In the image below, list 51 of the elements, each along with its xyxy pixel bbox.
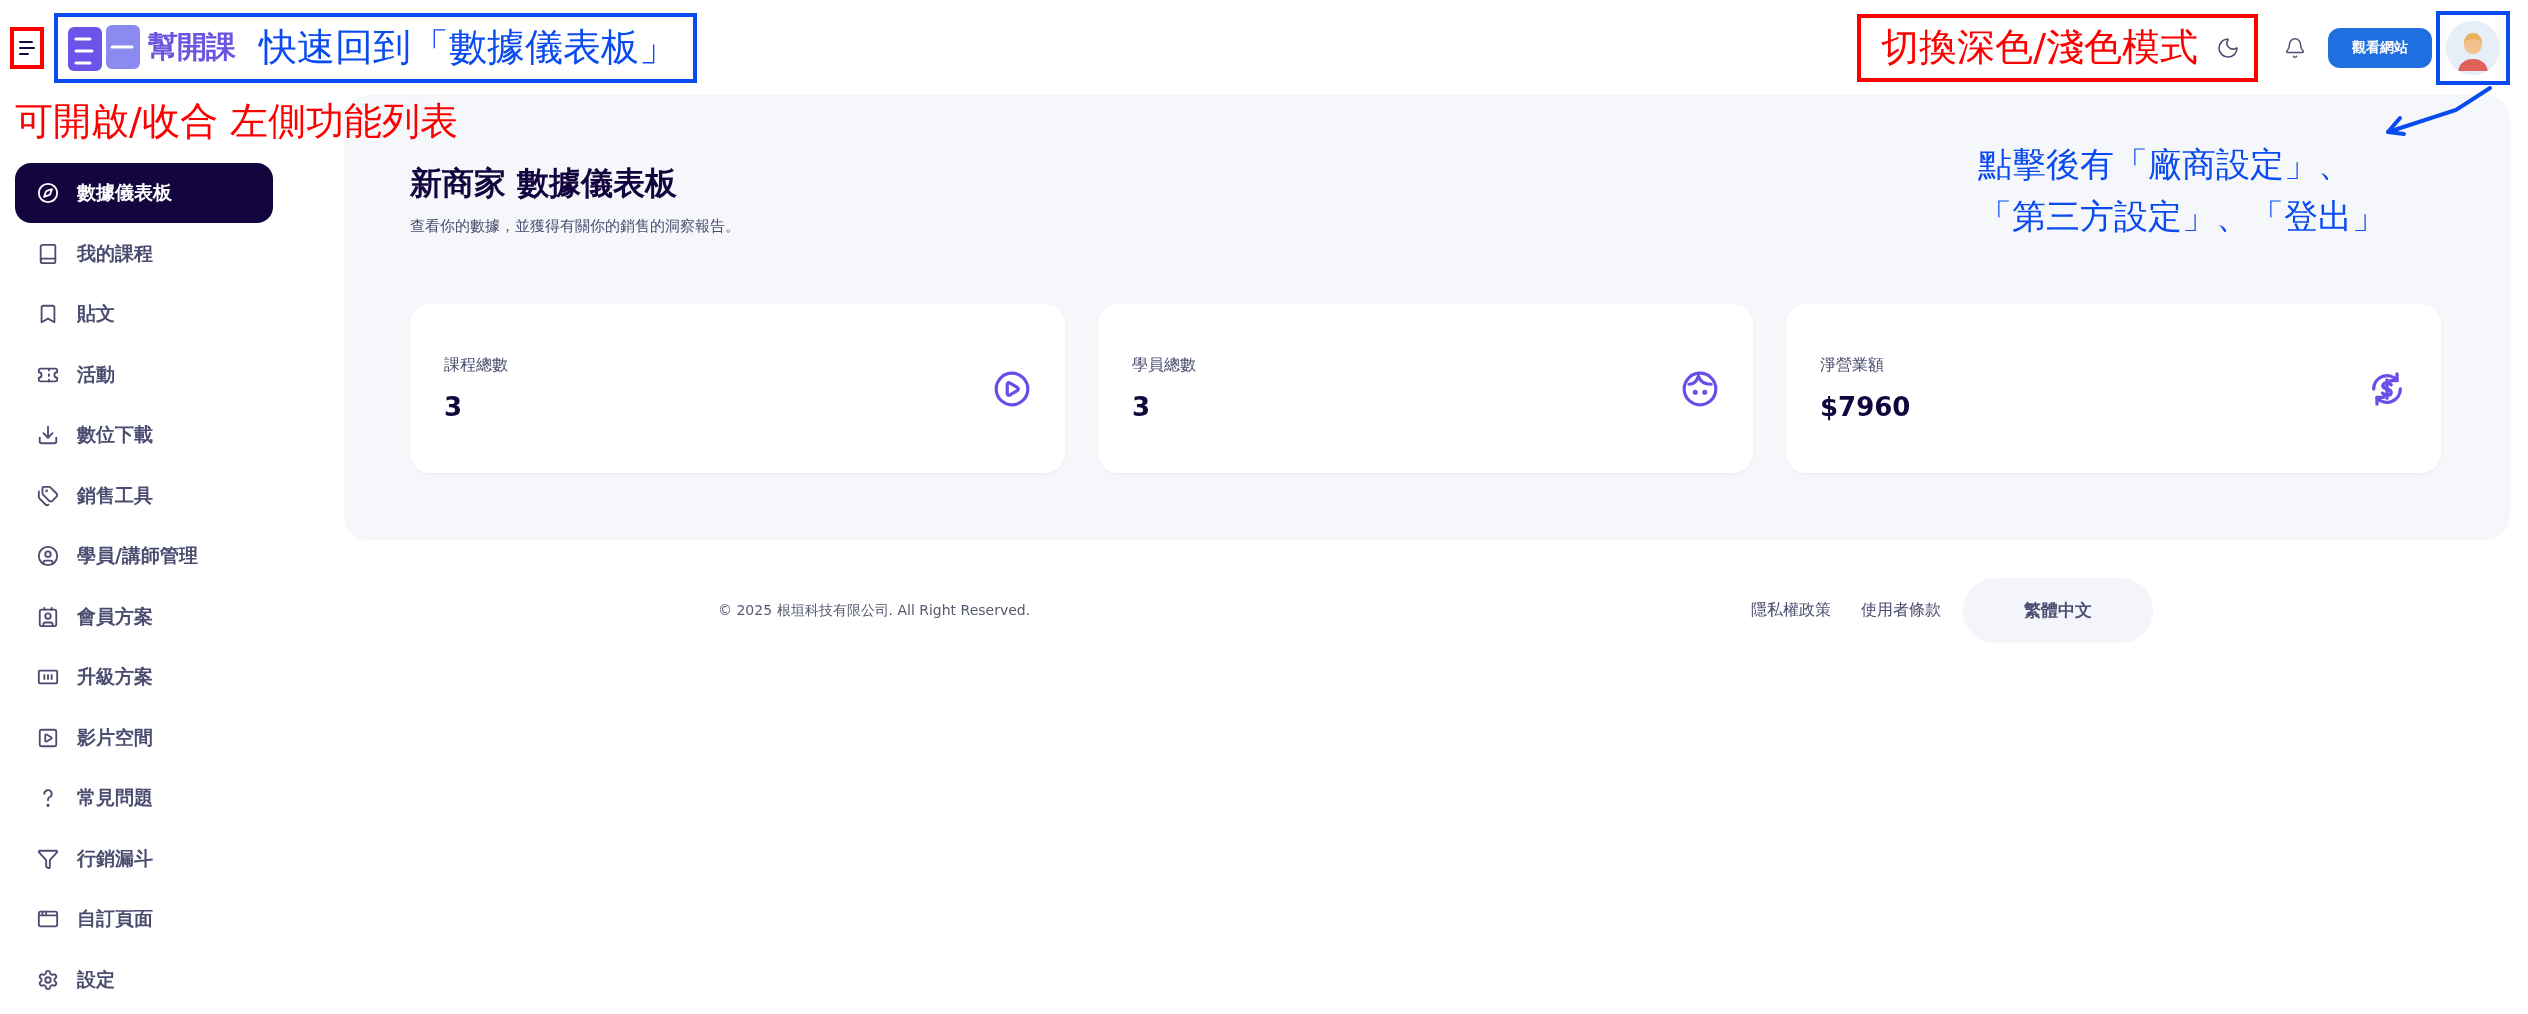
view-site-button[interactable]: 觀看網站 [2328, 27, 2432, 68]
copyright-text: © 2025 根垣科技有限公司. All Right Reserved. [718, 601, 1031, 620]
annotation-text: 可開啟/收合 左側功能列表 [15, 98, 458, 145]
logo-icon [66, 22, 142, 73]
sidebar-item[interactable]: 自訂頁面 [15, 889, 273, 949]
sidebar-item[interactable]: 常見問題 [15, 768, 273, 828]
annotation-text: 點擊後有「廠商設定」、 [1978, 143, 2353, 186]
page-subtitle: 查看你的數據，並獲得有關你的銷售的洞察報告。 [410, 217, 740, 236]
sidebar-item[interactable]: 銷售工具 [15, 465, 273, 526]
sidebar-item[interactable]: 設定 [15, 949, 273, 1010]
sidebar-item[interactable]: 影片空間 [15, 707, 273, 768]
sidebar-item[interactable]: 貼文 [15, 284, 273, 344]
stat-label: 課程總數 [444, 355, 508, 376]
play-icon [993, 369, 1031, 408]
sidebar-item[interactable]: 學員/講師管理 [15, 526, 273, 586]
sidebar-item[interactable]: 升級方案 [15, 647, 273, 707]
annotation-text: 快速回到「數據儀表板」 [259, 24, 677, 71]
moon-icon [2216, 35, 2240, 60]
footer-link[interactable]: 隱私權政策 [1751, 600, 1831, 621]
stat-value: $7960 [1820, 392, 1911, 422]
compass-icon [37, 182, 59, 204]
funnel-icon [37, 847, 59, 870]
book-icon [37, 242, 59, 265]
settings-icon [37, 968, 59, 991]
sidebar-item[interactable]: 數據儀表板 [15, 163, 273, 223]
user-circle-icon [37, 545, 59, 567]
footer-link[interactable]: 使用者條款 [1861, 600, 1941, 621]
menu-icon [18, 39, 36, 56]
id-card-icon [37, 605, 59, 628]
sidebar-item[interactable]: 活動 [15, 344, 273, 405]
window-icon [37, 908, 59, 930]
sidebar-item[interactable]: 行銷漏斗 [15, 828, 273, 889]
annotation-text: 「第三方設定」、「登出」 [1978, 195, 2386, 238]
sidebar-item[interactable]: 我的課程 [15, 223, 273, 284]
menu-button[interactable] [10, 26, 44, 69]
annotation-text: 切換深色/淺色模式 [1881, 24, 2198, 71]
stat-value: 3 [1132, 392, 1152, 422]
language-button[interactable]: 繁體中文 [1963, 578, 2153, 643]
sidebar-item[interactable]: 會員方案 [15, 586, 273, 647]
logo-text: 幫開課 [148, 28, 235, 66]
stat-label: 淨營業額 [1820, 355, 1885, 376]
video-icon [37, 726, 59, 749]
stat-value: 3 [444, 392, 464, 422]
face-icon [1681, 369, 1719, 408]
logo[interactable]: 幫開課 [66, 22, 235, 73]
bell-icon [2284, 36, 2306, 59]
stat-label: 學員總數 [1132, 355, 1196, 376]
download-icon [37, 424, 59, 446]
sidebar-item[interactable]: 數位下載 [15, 405, 273, 465]
tag-icon [37, 484, 59, 507]
page-title: 新商家 數據儀表板 [410, 163, 678, 204]
